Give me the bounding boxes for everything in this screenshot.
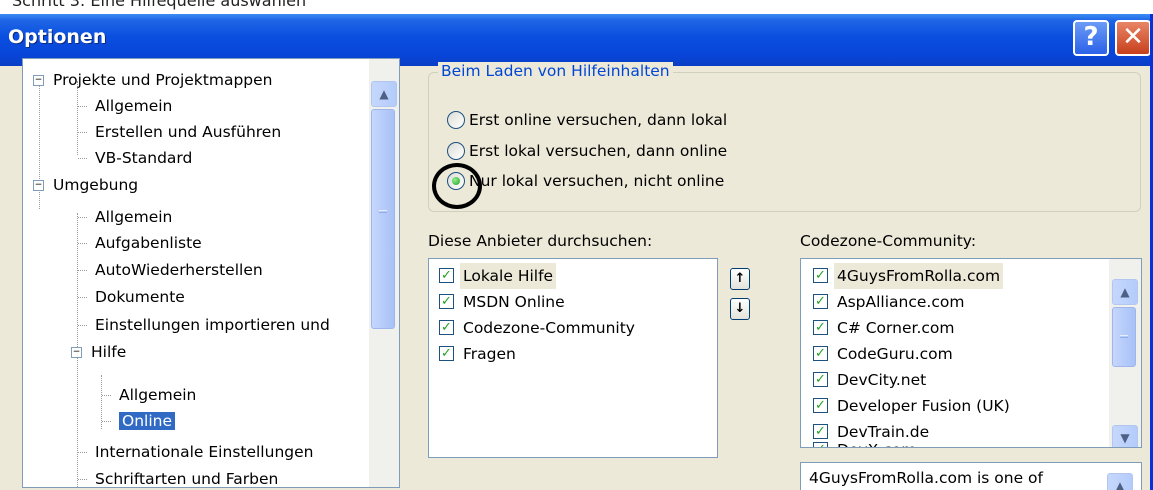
tree-connector	[78, 270, 87, 271]
tree-connector	[78, 479, 87, 480]
tree-item-allgemein-2[interactable]: Allgemein	[95, 204, 172, 230]
tree-connector	[78, 325, 87, 326]
tree-item-autowiederherstellen[interactable]: AutoWiederherstellen	[95, 257, 263, 283]
scroll-thumb[interactable]	[371, 109, 395, 329]
close-button[interactable]: ✕	[1115, 20, 1150, 56]
tree-connector	[78, 158, 87, 159]
tree-connector	[78, 243, 87, 244]
checkbox-icon[interactable]: ✓	[813, 372, 828, 387]
checkbox-icon[interactable]: ✓	[813, 346, 828, 361]
tree-item-international[interactable]: Internationale Einstellungen	[95, 439, 313, 465]
codezone-scrollbar[interactable]: ▲ ▼	[1109, 259, 1141, 447]
tree-connector	[78, 132, 87, 133]
scroll-up-icon[interactable]: ▲	[1112, 279, 1138, 305]
top-caption: Schritt 3: Eine Hilfequelle auswählen	[0, 0, 1153, 14]
highlight-circle	[432, 163, 482, 209]
tree-connector	[78, 452, 87, 453]
selected-item-label: Online	[119, 412, 175, 430]
dialog-title: Optionen	[8, 26, 107, 48]
tree-item-allgemein[interactable]: Allgemein	[95, 93, 172, 119]
codezone-label: Codezone-Community:	[800, 232, 977, 250]
help-button[interactable]: ?	[1073, 20, 1109, 56]
tree-item-vb-standard[interactable]: VB-Standard	[95, 145, 192, 171]
tree-connector	[78, 297, 87, 298]
collapse-icon[interactable]: −	[33, 75, 44, 86]
codezone-list[interactable]: ✓ 4GuysFromRolla.com ✓ AspAlliance.com ✓…	[800, 258, 1142, 448]
checkbox-icon[interactable]: ✓	[813, 424, 828, 439]
tree-item-aufgabenliste[interactable]: Aufgabenliste	[95, 230, 202, 256]
checkbox-icon[interactable]: ✓	[813, 442, 828, 447]
providers-label: Diese Anbieter durchsuchen:	[428, 232, 653, 250]
tree-connector	[78, 217, 87, 218]
tree-item-hilfe-allgemein[interactable]: Allgemein	[119, 382, 196, 408]
scroll-down-icon[interactable]: ▼	[1112, 425, 1138, 447]
tree-scrollbar[interactable]: ▲	[369, 59, 399, 487]
move-down-button[interactable]: ↓	[730, 298, 750, 320]
collapse-icon[interactable]: −	[71, 347, 82, 358]
checkbox-icon[interactable]: ✓	[439, 346, 454, 361]
tree-connector	[78, 106, 87, 107]
radio-icon[interactable]	[447, 142, 465, 160]
checkbox-icon[interactable]: ✓	[439, 320, 454, 335]
scroll-thumb[interactable]	[1112, 307, 1136, 367]
providers-list[interactable]: ✓ Lokale Hilfe ✓ MSDN Online ✓ Codezone-…	[428, 258, 718, 458]
tree-connector	[102, 395, 111, 396]
scroll-up-icon[interactable]: ▲	[1107, 473, 1133, 490]
codezone-description: 4GuysFromRolla.com is one of ▲	[800, 462, 1142, 490]
tree-item-einstellungen[interactable]: Einstellungen importieren und	[95, 312, 330, 338]
options-tree[interactable]: − Projekte und Projektmappen Allgemein E…	[22, 58, 400, 488]
checkbox-icon[interactable]: ✓	[813, 268, 828, 283]
tree-item-schriftarten[interactable]: Schriftarten und Farben	[95, 466, 278, 487]
help-loading-legend: Beim Laden von Hilfeinhalten	[438, 62, 673, 80]
collapse-icon[interactable]: −	[33, 180, 44, 191]
checkbox-icon[interactable]: ✓	[813, 294, 828, 309]
checkbox-icon[interactable]: ✓	[813, 320, 828, 335]
tree-item-online[interactable]: Online	[119, 408, 175, 434]
scroll-up-icon[interactable]: ▲	[371, 81, 397, 107]
checkbox-icon[interactable]: ✓	[813, 398, 828, 413]
tree-item-erstellen[interactable]: Erstellen und Ausführen	[95, 119, 281, 145]
radio-icon[interactable]	[447, 111, 465, 129]
tree-connector	[102, 421, 111, 422]
checkbox-icon[interactable]: ✓	[439, 294, 454, 309]
checkbox-icon[interactable]: ✓	[439, 268, 454, 283]
move-up-button[interactable]: ↑	[730, 268, 750, 290]
grip-icon	[1120, 335, 1128, 338]
tree-item-dokumente[interactable]: Dokumente	[95, 284, 185, 310]
grip-icon	[379, 210, 387, 213]
